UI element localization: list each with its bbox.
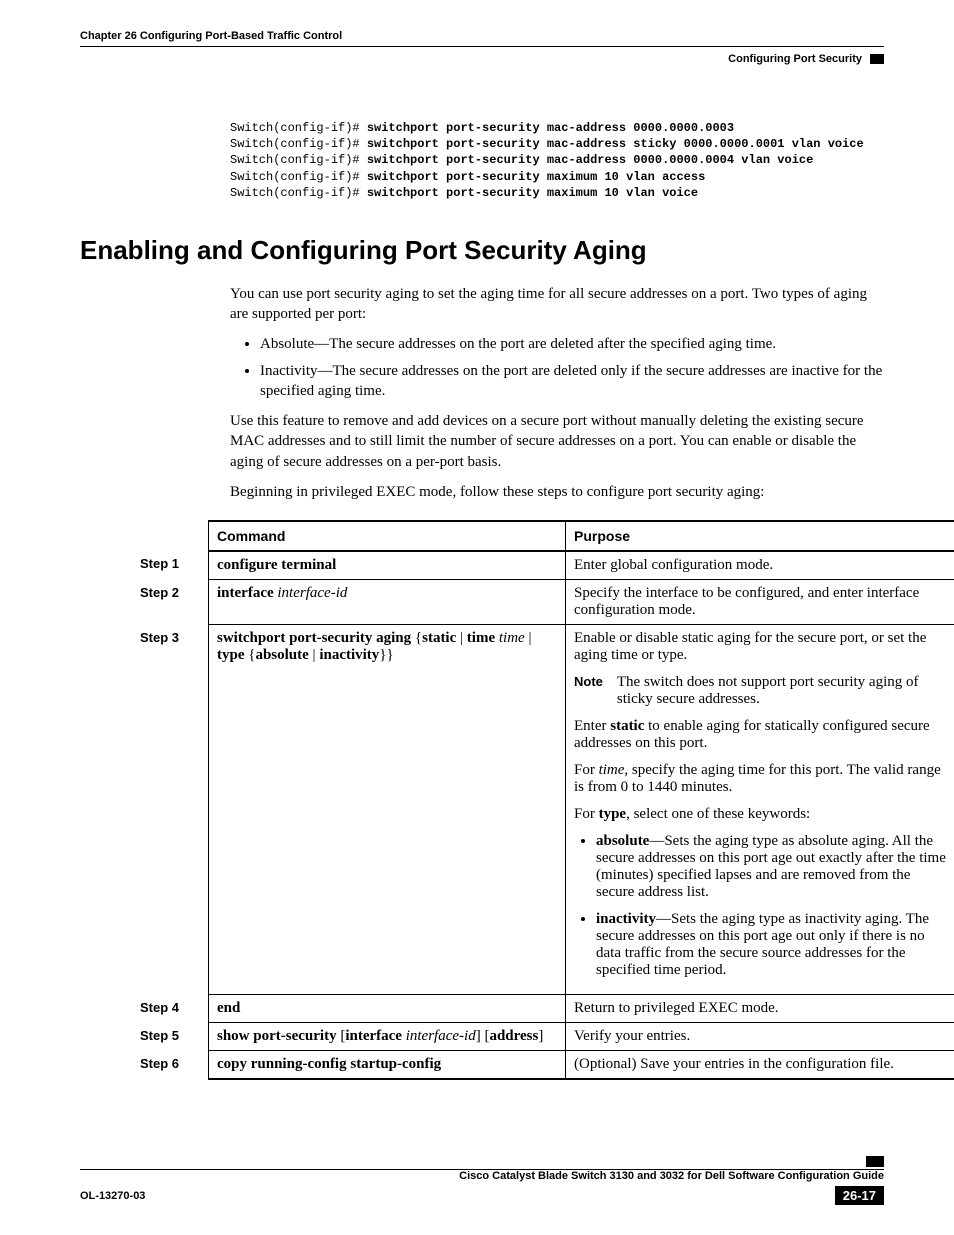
list-item: inactivity—Sets the aging type as inacti… <box>596 911 951 979</box>
purpose-text: For time, specify the aging time for thi… <box>574 762 951 796</box>
footer-guide-title: Cisco Catalyst Blade Switch 3130 and 303… <box>459 1170 884 1182</box>
code-command: switchport port-security maximum 10 vlan… <box>367 170 705 184</box>
step-label: Step 6 <box>140 1051 209 1080</box>
command-cell: copy running-config startup-config <box>209 1051 566 1080</box>
note-block: Note The switch does not support port se… <box>574 674 951 708</box>
table-row: Step 6 copy running-config startup-confi… <box>140 1051 954 1080</box>
section-header: Configuring Port Security <box>728 53 862 65</box>
table-row: Step 2 interface interface-id Specify th… <box>140 580 954 625</box>
step-label: Step 4 <box>140 995 209 1023</box>
note-label: Note <box>574 674 603 708</box>
list-item: absolute—Sets the aging type as absolute… <box>596 833 951 901</box>
step-label: Step 3 <box>140 625 209 995</box>
chapter-header: Chapter 26 Configuring Port-Based Traffi… <box>80 30 884 47</box>
code-command: switchport port-security mac-address sti… <box>367 137 864 151</box>
code-prompt: Switch(config-if)# <box>230 121 367 135</box>
code-prompt: Switch(config-if)# <box>230 153 367 167</box>
purpose-text: Enter static to enable aging for statica… <box>574 718 951 752</box>
code-prompt: Switch(config-if)# <box>230 170 367 184</box>
intro-paragraph: You can use port security aging to set t… <box>230 284 884 325</box>
purpose-cell: Return to privileged EXEC mode. <box>566 995 954 1023</box>
page-footer: Cisco Catalyst Blade Switch 3130 and 303… <box>80 1156 884 1205</box>
type-keywords-list: absolute—Sets the aging type as absolute… <box>574 833 951 979</box>
page-number: 26-17 <box>835 1186 884 1205</box>
command-cell: show port-security [interface interface-… <box>209 1023 566 1051</box>
code-prompt: Switch(config-if)# <box>230 186 367 200</box>
aging-types-list: Absolute—The secure addresses on the por… <box>230 334 884 401</box>
purpose-cell: Specify the interface to be configured, … <box>566 580 954 625</box>
command-cell: interface interface-id <box>209 580 566 625</box>
table-row: Step 3 switchport port-security aging {s… <box>140 625 954 995</box>
table-row: Step 5 show port-security [interface int… <box>140 1023 954 1051</box>
table-row: Step 4 end Return to privileged EXEC mod… <box>140 995 954 1023</box>
command-cell: switchport port-security aging {static |… <box>209 625 566 995</box>
purpose-cell: Enter global configuration mode. <box>566 551 954 580</box>
command-cell: configure terminal <box>209 551 566 580</box>
purpose-text: For type, select one of these keywords: <box>574 806 951 823</box>
code-block: Switch(config-if)# switchport port-secur… <box>230 120 884 201</box>
note-text: The switch does not support port securit… <box>617 674 951 708</box>
intro-paragraph: Use this feature to remove and add devic… <box>230 411 884 472</box>
col-header-purpose: Purpose <box>566 521 954 551</box>
section-header-row: Configuring Port Security <box>80 53 884 65</box>
code-command: switchport port-security mac-address 000… <box>367 153 813 167</box>
table-row: Step 1 configure terminal Enter global c… <box>140 551 954 580</box>
list-item: Inactivity—The secure addresses on the p… <box>260 361 884 402</box>
command-cell: end <box>209 995 566 1023</box>
purpose-cell: (Optional) Save your entries in the conf… <box>566 1051 954 1080</box>
col-header-command: Command <box>209 521 566 551</box>
body-text: You can use port security aging to set t… <box>230 284 884 502</box>
header-marker-icon <box>870 54 884 64</box>
code-prompt: Switch(config-if)# <box>230 137 367 151</box>
step-label: Step 2 <box>140 580 209 625</box>
intro-paragraph: Beginning in privileged EXEC mode, follo… <box>230 482 884 502</box>
purpose-text: Enable or disable static aging for the s… <box>574 630 951 664</box>
col-spacer <box>140 521 209 551</box>
footer-marker-icon <box>866 1156 884 1167</box>
purpose-cell: Verify your entries. <box>566 1023 954 1051</box>
code-command: switchport port-security maximum 10 vlan… <box>367 186 698 200</box>
steps-table: Command Purpose Step 1 configure termina… <box>140 520 954 1080</box>
step-label: Step 1 <box>140 551 209 580</box>
code-command: switchport port-security mac-address 000… <box>367 121 734 135</box>
purpose-cell: Enable or disable static aging for the s… <box>566 625 954 995</box>
step-label: Step 5 <box>140 1023 209 1051</box>
section-heading: Enabling and Configuring Port Security A… <box>80 235 884 266</box>
list-item: Absolute—The secure addresses on the por… <box>260 334 884 354</box>
footer-doc-id: OL-13270-03 <box>80 1190 145 1202</box>
